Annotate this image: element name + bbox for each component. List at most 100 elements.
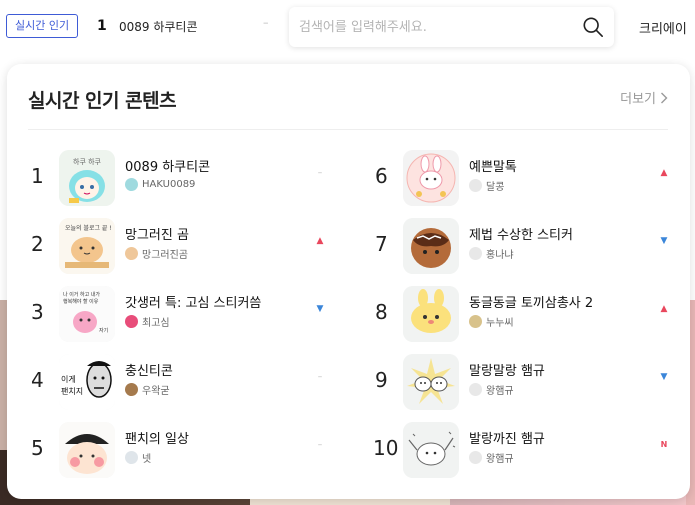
ticker-rank: 1 [97,18,107,34]
svg-text:행복해야 할 이유: 행복해야 할 이유 [63,298,99,305]
creator-nav-link[interactable]: 크리에이 [639,18,687,37]
item-title: 동글동글 토끼삼총사 2 [469,296,594,311]
ticker-trend: – [263,16,269,29]
trend-same-icon: – [317,168,323,178]
trend-down-icon: ▼ [660,236,668,246]
creator-avatar [125,247,138,260]
ranking-item[interactable]: 9 말랑말랑 햄규 왕햄규 ▼ [375,354,695,412]
realtime-popular-badge[interactable]: 실시간 인기 [6,14,79,38]
trend-down-icon: ▼ [660,372,668,382]
item-title: 충신티콘 [125,364,173,379]
item-rank: 3 [31,300,44,324]
blush-face-icon [59,422,115,478]
creator-avatar [469,315,482,328]
ranking-item[interactable]: 8 동글동글 토끼삼총사 2 누누씨 ▲ [375,286,695,344]
svg-text:오늘의 블로그 끝 !: 오늘의 블로그 끝 ! [65,224,112,232]
creator-name: 홍나냐 [486,250,514,261]
item-rank: 10 [373,436,399,460]
hamster-icon [403,354,459,410]
item-creator: 달콩 [469,178,504,193]
svg-text:이게: 이게 [61,374,76,384]
item-title: 발랑까진 햄규 [469,432,545,447]
ranking-item[interactable]: 6 예쁜말톡 달콩 ▲ [375,150,695,208]
comic-face-icon: 이게 팬치지 [59,354,115,410]
creator-name: 우왁굳 [142,386,170,397]
search-icon[interactable] [582,16,604,38]
creator-avatar [469,179,482,192]
item-creator: 왕햄규 [469,450,514,465]
item-title: 예쁜말톡 [469,160,517,175]
ticker-title[interactable]: 0089 하쿠티콘 [119,18,198,35]
ranking-item[interactable]: 3 나 이거 하고 내가 행복해야 할 이유 자기 갓생러 특: 고심 스티커씀… [31,286,361,344]
ranking-item[interactable]: 1 하쿠 하쿠 0089 하쿠티콘 HAKU0089 – [31,150,361,208]
creator-name: 왕햄규 [486,386,514,397]
item-rank: 1 [31,164,44,188]
takoyaki-icon [403,218,459,274]
more-label: 더보기 [620,92,656,107]
panel-title: 실시간 인기 콘텐츠 [28,90,177,112]
creator-name: 최고심 [142,318,170,329]
creator-avatar [469,247,482,260]
ranking-item[interactable]: 10 발랑까진 햄규 왕햄규 N [373,422,695,480]
realtime-popular-panel: 실시간 인기 콘텐츠 더보기 1 하쿠 하쿠 0089 하쿠티콘 HAKU008… [7,64,690,499]
item-rank: 6 [375,164,388,188]
chevron-right-icon [661,92,668,103]
item-title: 팬치의 일상 [125,432,189,447]
header: 실시간 인기 1 0089 하쿠티콘 – 크리에이 [0,0,695,56]
svg-text:팬치지: 팬치지 [61,387,83,396]
item-creator: 누누씨 [469,314,514,329]
bear-character-icon: 오늘의 블로그 끝 ! [59,218,115,274]
item-creator: 최고심 [125,314,170,329]
item-rank: 8 [375,300,388,324]
creator-avatar [125,178,138,191]
item-title: 갓생러 특: 고심 스티커씀 [125,296,262,311]
item-creator: 우왁굳 [125,382,170,397]
item-creator: 망그러진곰 [125,246,188,261]
item-creator: 왕햄규 [469,382,514,397]
svg-text:자기: 자기 [99,327,108,334]
creator-avatar [469,383,482,396]
trend-up-icon: ▲ [660,304,668,314]
ranking-item[interactable]: 5 팬치의 일상 넷 – [31,422,361,480]
creator-name: 누누씨 [486,318,514,329]
item-title: 0089 하쿠티콘 [125,160,211,175]
ranking-item[interactable]: 7 제법 수상한 스티커 홍나냐 ▼ [375,218,695,276]
creator-name: 달콩 [486,182,505,193]
item-creator: 홍나냐 [469,246,514,261]
creator-avatar [125,451,138,464]
creator-name: 망그러진곰 [142,250,188,261]
svg-text:하쿠 하쿠: 하쿠 하쿠 [73,157,102,166]
item-rank: 4 [31,368,44,392]
search-input[interactable] [299,7,569,47]
trend-down-icon: ▼ [316,304,324,314]
item-creator: HAKU0089 [125,178,195,191]
hamster-wave-icon [403,422,459,478]
item-title: 말랑말랑 햄규 [469,364,545,379]
trend-same-icon: – [317,372,323,382]
item-title: 제법 수상한 스티커 [469,228,573,243]
yellow-rabbit-icon [403,286,459,342]
search-bar [289,7,614,47]
item-rank: 9 [375,368,388,392]
haku-character-icon: 하쿠 하쿠 [59,150,115,206]
trend-up-icon: ▲ [660,168,668,178]
creator-name: 넷 [142,454,152,465]
ranking-item[interactable]: 2 오늘의 블로그 끝 ! 망그러진 곰 망그러진곰 ▲ [31,218,361,276]
item-title: 망그러진 곰 [125,228,189,243]
creator-name: 왕햄규 [486,454,514,465]
creator-avatar [469,451,482,464]
item-rank: 5 [31,436,44,460]
creator-name: HAKU0089 [142,179,196,190]
bunny-icon [403,150,459,206]
trend-same-icon: – [317,440,323,450]
item-rank: 7 [375,232,388,256]
ranking-item[interactable]: 4 이게 팬치지 충신티콘 우왁굳 – [31,354,361,412]
item-rank: 2 [31,232,44,256]
item-creator: 넷 [125,450,151,465]
trend-up-icon: ▲ [316,236,324,246]
more-link[interactable]: 더보기 [620,88,668,107]
creator-avatar [125,315,138,328]
trend-new-badge: N [660,440,668,449]
svg-text:나 이거 하고 내가: 나 이거 하고 내가 [63,291,100,298]
pink-blob-icon: 나 이거 하고 내가 행복해야 할 이유 자기 [59,286,115,342]
